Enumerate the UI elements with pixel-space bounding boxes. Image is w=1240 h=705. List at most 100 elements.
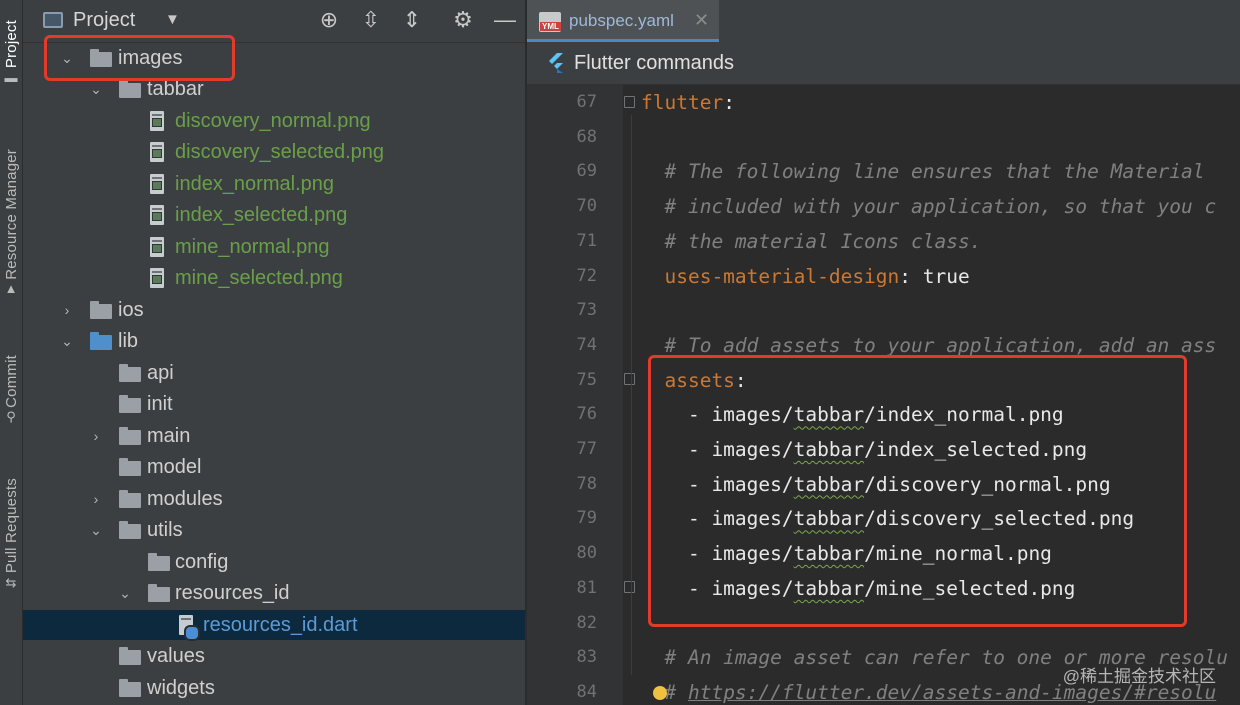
chevron-down-icon[interactable]: ⌄ [117,585,133,601]
editor-tab-pubspec[interactable]: YML pubspec.yaml ✕ [527,0,719,42]
line-number: 69 [576,161,597,182]
image-file-icon [149,111,165,131]
tree-item-ios[interactable]: › ios [23,295,525,325]
line-number: 81 [576,577,597,598]
tree-item-label: resources_id [175,582,290,604]
line-number: 80 [576,543,597,564]
strip-tab-resource-manager[interactable]: Resource Manager ▲ [0,130,22,315]
tree-item-label: mine_selected.png [175,267,343,289]
line-number: 71 [576,230,597,251]
flutter-commands-bar[interactable]: Flutter commands [527,42,1240,85]
line-number: 70 [576,196,597,217]
line-number: 72 [576,265,597,286]
folder-icon [119,679,141,697]
line-number: 75 [576,369,597,390]
lightbulb-icon[interactable] [653,686,667,700]
tree-item-init[interactable]: init [23,389,525,419]
image-file-icon [149,174,165,194]
code-token: # To add assets to your application, add… [641,333,1217,357]
source-folder-icon [90,332,112,350]
tree-item-file[interactable]: discovery_selected.png [23,137,525,167]
tree-item-utils[interactable]: ⌄ utils [23,515,525,545]
line-number: 77 [576,439,597,459]
tree-item-label: lib [118,330,139,352]
tree-item-config[interactable]: config [23,547,525,577]
chevron-right-icon[interactable]: › [88,428,104,444]
tree-item-file[interactable]: index_selected.png [23,200,525,230]
tree-item-selected-file[interactable]: resources_id.dart [23,610,525,641]
chevron-down-icon[interactable]: ⌄ [88,81,104,97]
folder-icon [90,301,112,319]
folder-icon [119,458,141,476]
strip-tab-commit[interactable]: Commit ⚲ [0,340,22,440]
tree-item-modules[interactable]: › modules [23,484,525,514]
code-line: # the material Icons class. [641,230,981,253]
tree-item-label: resources_id.dart [203,614,358,636]
tree-item-file[interactable]: mine_normal.png [23,232,525,262]
code-line: # included with your application, so tha… [641,195,1216,218]
line-number: 68 [576,126,597,147]
line-number: 84 [576,681,597,702]
tree-item-label: discovery_normal.png [175,110,371,132]
collapse-all-icon[interactable]: ⇕ [398,6,426,34]
tree-item-file[interactable]: discovery_normal.png [23,106,525,136]
close-icon[interactable]: ✕ [694,10,709,31]
code-token: : true [899,264,970,288]
tree-item-main[interactable]: › main [23,421,525,451]
folder-icon [119,647,141,665]
tree-item-label: modules [147,488,223,510]
resource-icon: ▲ [4,281,18,297]
folder-icon [119,395,141,413]
tree-item-label: mine_normal.png [175,236,330,258]
strip-tab-commit-label: Commit [2,354,20,408]
tree-item-label: index_normal.png [175,173,334,195]
commit-icon: ⚲ [6,409,16,425]
expand-all-icon[interactable]: ⇳ [357,6,385,34]
tree-item-file[interactable]: mine_selected.png [23,263,525,293]
folder-icon [119,521,141,539]
line-number: 74 [576,334,597,355]
code-token: : [723,91,735,114]
tree-item-file[interactable]: index_normal.png [23,169,525,199]
pull-request-icon: ⇆ [5,575,17,591]
tree-item-values[interactable]: values [23,641,525,671]
line-number: 78 [576,473,597,494]
tree-item-api[interactable]: api [23,358,525,388]
project-window-icon [43,12,63,28]
indent-guide [631,115,632,675]
strip-tab-pull-requests[interactable]: Pull Requests ⇆ [0,462,22,607]
highlight-box-images [44,35,235,81]
line-number: 73 [576,300,597,321]
chevron-down-icon[interactable]: ▼ [165,11,180,28]
tree-item-resources-id[interactable]: ⌄ resources_id [23,578,525,608]
tree-item-lib[interactable]: ⌄ lib [23,326,525,356]
editor-pane: YML pubspec.yaml ✕ Flutter commands 67 68… [527,0,1240,705]
folder-icon [119,80,141,98]
tool-window-strip: Project ▬ Resource Manager ▲ Commit ⚲ Pu… [0,0,23,705]
chevron-down-icon[interactable]: ⌄ [59,333,75,349]
tree-item-label: api [147,362,174,384]
tree-item-label: utils [147,519,183,541]
gear-icon[interactable]: ⚙ [449,6,477,34]
image-file-icon [149,268,165,288]
project-panel: Project ▼ ⊕ ⇳ ⇕ ⚙ — ⌄ images ⌄ tabbar di… [23,0,525,705]
locate-icon[interactable]: ⊕ [315,6,343,34]
tree-item-label: config [175,551,229,573]
code-token: flutter [641,91,724,114]
folder-icon [119,490,141,508]
chevron-right-icon[interactable]: › [59,302,75,318]
project-panel-title[interactable]: Project [73,9,135,32]
editor-tab-label: pubspec.yaml [569,11,674,30]
tree-item-label: widgets [147,677,215,699]
chevron-down-icon[interactable]: ⌄ [88,522,104,538]
chevron-right-icon[interactable]: › [88,491,104,507]
line-number: 83 [576,647,597,668]
tree-item-label: discovery_selected.png [175,141,385,163]
tree-item-widgets[interactable]: widgets [23,673,525,703]
flutter-icon [549,53,563,73]
tree-item-label: model [147,456,202,478]
tree-item-label: ios [118,299,144,321]
minimize-icon[interactable]: — [491,6,519,34]
strip-tab-project[interactable]: Project ▬ [0,0,22,105]
tree-item-model[interactable]: model [23,452,525,482]
